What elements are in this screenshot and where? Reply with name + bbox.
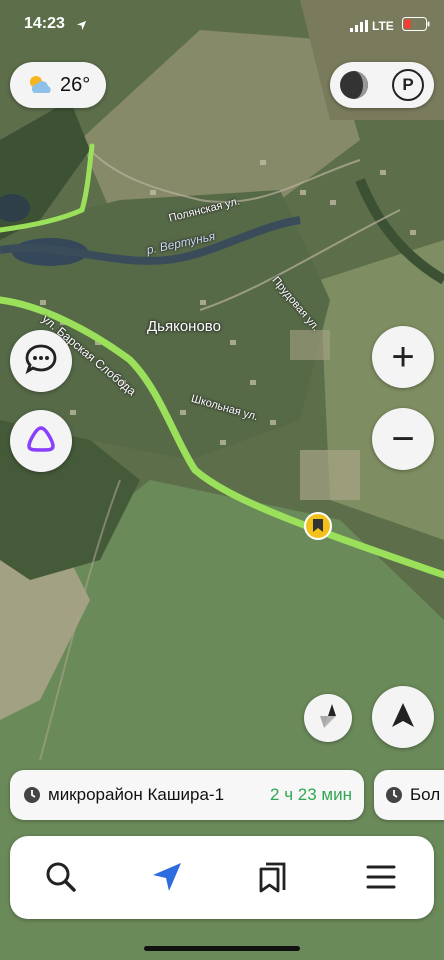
battery-icon [402, 17, 430, 36]
alice-button[interactable] [10, 410, 72, 472]
zoom-out-button[interactable]: − [372, 408, 434, 470]
plot-1 [300, 450, 360, 500]
navigation-arrow-icon [150, 860, 184, 899]
route-suggestion[interactable]: микрорайон Кашира-1 2 ч 23 мин [10, 770, 364, 820]
chat-button[interactable] [10, 330, 72, 392]
minus-icon: − [391, 417, 415, 461]
alice-icon [24, 422, 58, 461]
home-indicator[interactable] [144, 946, 300, 951]
compass-button[interactable] [304, 694, 352, 742]
tab-navigator[interactable] [144, 856, 190, 902]
location-arrow-icon [76, 18, 87, 36]
bottom-tab-bar [10, 836, 434, 919]
partly-cloudy-icon [26, 73, 54, 97]
network-label: LTE [372, 19, 394, 33]
compass-icon [317, 703, 339, 734]
tab-menu[interactable] [358, 856, 404, 902]
tab-bookmarks[interactable] [250, 856, 296, 902]
clock-icon [386, 787, 402, 803]
parking-label: P [402, 75, 414, 94]
zoom-in-button[interactable]: + [372, 326, 434, 388]
signal-icon [350, 19, 368, 37]
status-bar: 14:23 LTE [0, 0, 444, 52]
route-duration: 2 ч 23 мин [270, 785, 352, 804]
plus-icon: + [391, 335, 415, 379]
search-icon [45, 861, 77, 898]
top-right-controls: P [330, 62, 434, 108]
locate-button[interactable] [372, 686, 434, 748]
navigation-arrow-icon [390, 701, 416, 734]
temperature-label: 26° [60, 73, 91, 96]
parking-button[interactable]: P [392, 69, 424, 101]
route-suggestion-next[interactable]: Бол [374, 770, 444, 820]
layers-icon[interactable] [338, 69, 370, 101]
route-destination: микрорайон Кашира-1 [48, 785, 225, 804]
bookmarks-icon [257, 860, 289, 899]
chat-icon [24, 343, 58, 380]
weather-widget[interactable]: 26° [10, 62, 106, 108]
plot-2 [290, 330, 330, 360]
clock-icon [24, 787, 40, 803]
place-label: Дьяконово [147, 318, 221, 335]
status-time: 14:23 [24, 15, 65, 32]
menu-icon [366, 864, 396, 895]
tab-search[interactable] [38, 856, 84, 902]
route-next-destination: Бол [410, 785, 441, 804]
